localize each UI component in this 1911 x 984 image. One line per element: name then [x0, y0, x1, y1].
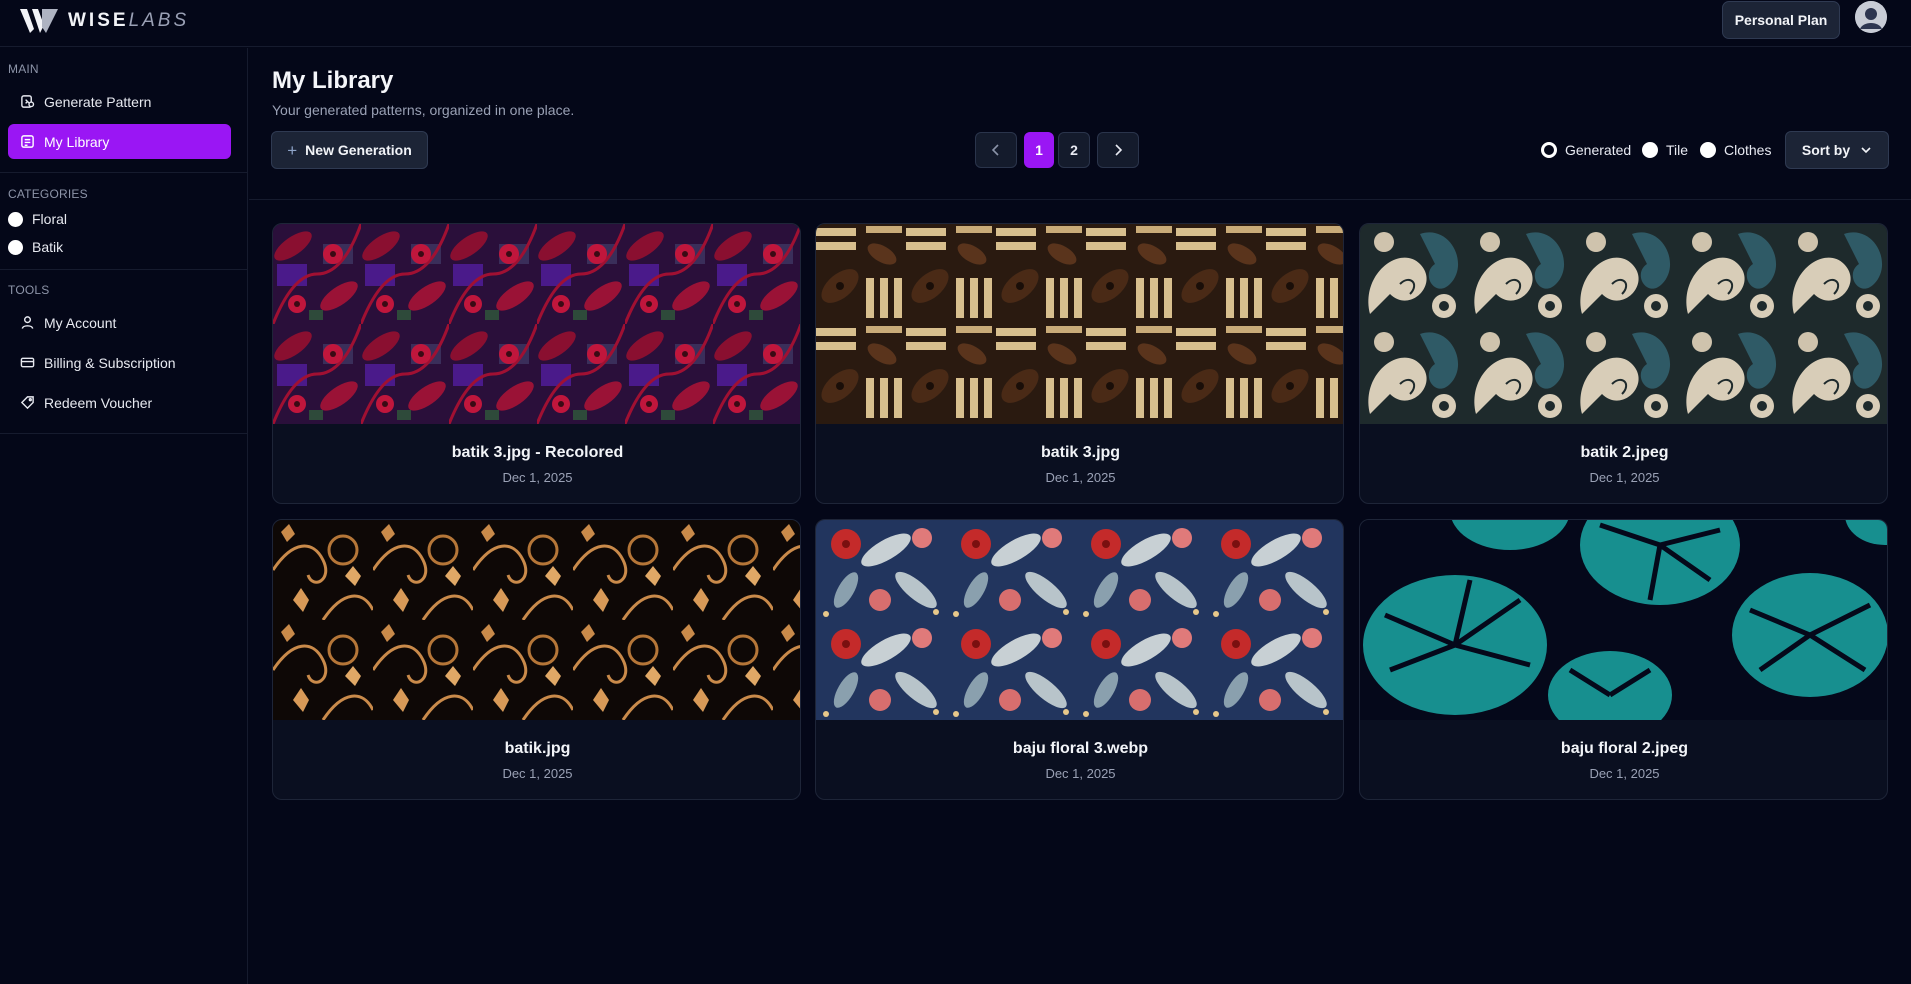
card-date: Dec 1, 2025 [502, 470, 573, 485]
sidebar-item-my-library[interactable]: My Library [8, 124, 231, 159]
filter-generated[interactable]: Generated [1541, 141, 1631, 159]
library-card[interactable]: baju floral 2.jpeg Dec 1, 2025 [1359, 519, 1888, 800]
pagination-next-button[interactable] [1097, 132, 1139, 168]
section-label-categories: CATEGORIES [8, 187, 88, 201]
filter-label: Generated [1565, 142, 1632, 158]
section-label-main: MAIN [8, 62, 39, 76]
chevron-down-icon [1861, 147, 1871, 154]
card-title: baju floral 2.jpeg [1560, 740, 1689, 757]
sidebar-item-generate-pattern[interactable]: Generate Pattern [8, 84, 231, 119]
chevron-right-icon [1115, 144, 1123, 156]
brand-name: WISELABS [68, 10, 190, 31]
pagination-page-2[interactable]: 2 [1058, 132, 1090, 168]
sidebar-item-redeem-voucher[interactable]: Redeem Voucher [8, 385, 231, 420]
chevron-left-icon [991, 144, 999, 156]
sidebar: MAIN Generate Pattern My Library CATEGOR… [0, 48, 248, 984]
sidebar-divider [0, 433, 248, 434]
pattern-icon [21, 95, 35, 108]
sidebar-item-label: My Account [44, 314, 117, 331]
sidebar-item-label: Billing & Subscription [44, 354, 176, 371]
pattern-thumbnail[interactable] [273, 224, 800, 424]
card-date: Dec 1, 2025 [1589, 470, 1660, 485]
category-radio[interactable] [8, 239, 23, 255]
pattern-thumbnail[interactable] [1360, 224, 1887, 424]
section-label-tools: TOOLS [8, 283, 50, 297]
filter-radio[interactable] [1642, 142, 1658, 158]
header-divider [249, 199, 1911, 200]
personal-plan-button[interactable]: Personal Plan [1722, 1, 1840, 39]
library-card[interactable]: batik 3.jpg - Recolored Dec 1, 2025 [272, 223, 801, 504]
card-title: batik.jpg [504, 740, 571, 757]
pattern-thumbnail[interactable] [816, 224, 1343, 424]
library-icon [21, 135, 34, 148]
library-card[interactable]: batik 3.jpg Dec 1, 2025 [815, 223, 1344, 504]
user-avatar-icon [1855, 1, 1887, 33]
tag-icon [20, 396, 34, 410]
category-label: Batik [32, 239, 64, 255]
new-generation-label: New Generation [305, 142, 412, 158]
category-label: Floral [32, 211, 68, 227]
category-floral[interactable]: Floral [8, 208, 67, 230]
avatar[interactable] [1855, 1, 1887, 33]
pattern-thumbnail[interactable] [1360, 520, 1887, 720]
category-batik[interactable]: Batik [8, 236, 63, 258]
pagination-prev-button[interactable] [975, 132, 1017, 168]
sidebar-divider [0, 269, 248, 270]
top-bar: WISELABS Personal Plan [0, 0, 1911, 47]
new-generation-button[interactable]: + New Generation [271, 131, 428, 169]
category-radio[interactable] [8, 211, 23, 227]
filter-radio[interactable] [1541, 142, 1557, 158]
card-date: Dec 1, 2025 [1045, 470, 1116, 485]
library-card[interactable]: batik 2.jpeg Dec 1, 2025 [1359, 223, 1888, 504]
filter-label: Clothes [1724, 142, 1772, 158]
library-card[interactable]: batik.jpg Dec 1, 2025 [272, 519, 801, 800]
card-date: Dec 1, 2025 [502, 766, 573, 781]
page-title: My Library [272, 67, 394, 94]
card-date: Dec 1, 2025 [1045, 766, 1116, 781]
filter-radio[interactable] [1700, 142, 1716, 158]
sidebar-item-my-account[interactable]: My Account [8, 305, 231, 340]
card-title: batik 3.jpg [1040, 444, 1121, 461]
sort-by-label: Sort by [1801, 142, 1851, 158]
pattern-thumbnail[interactable] [816, 520, 1343, 720]
sidebar-item-label: Redeem Voucher [44, 394, 153, 411]
credit-card-icon [20, 357, 35, 368]
card-title: batik 2.jpeg [1580, 444, 1669, 461]
logo-mark-icon [20, 9, 58, 33]
card-title: batik 3.jpg - Recolored [451, 444, 624, 461]
filter-clothes[interactable]: Clothes [1700, 141, 1771, 159]
brand-logo[interactable]: WISELABS [20, 6, 189, 36]
pagination-page-1[interactable]: 1 [1024, 132, 1054, 168]
sidebar-item-label: My Library [44, 133, 110, 150]
sidebar-item-billing[interactable]: Billing & Subscription [8, 345, 231, 380]
plus-icon: + [287, 140, 298, 160]
sidebar-item-label: Generate Pattern [44, 93, 152, 110]
card-title: baju floral 3.webp [1012, 740, 1149, 757]
user-icon [21, 316, 34, 329]
sidebar-divider [0, 172, 248, 173]
filter-label: Tile [1666, 142, 1689, 158]
sort-by-button[interactable]: Sort by [1785, 131, 1889, 169]
pattern-thumbnail[interactable] [273, 520, 800, 720]
library-card[interactable]: baju floral 3.webp Dec 1, 2025 [815, 519, 1344, 800]
page-subtitle: Your generated patterns, organized in on… [272, 102, 575, 118]
card-date: Dec 1, 2025 [1589, 766, 1660, 781]
filter-tile[interactable]: Tile [1642, 141, 1688, 159]
